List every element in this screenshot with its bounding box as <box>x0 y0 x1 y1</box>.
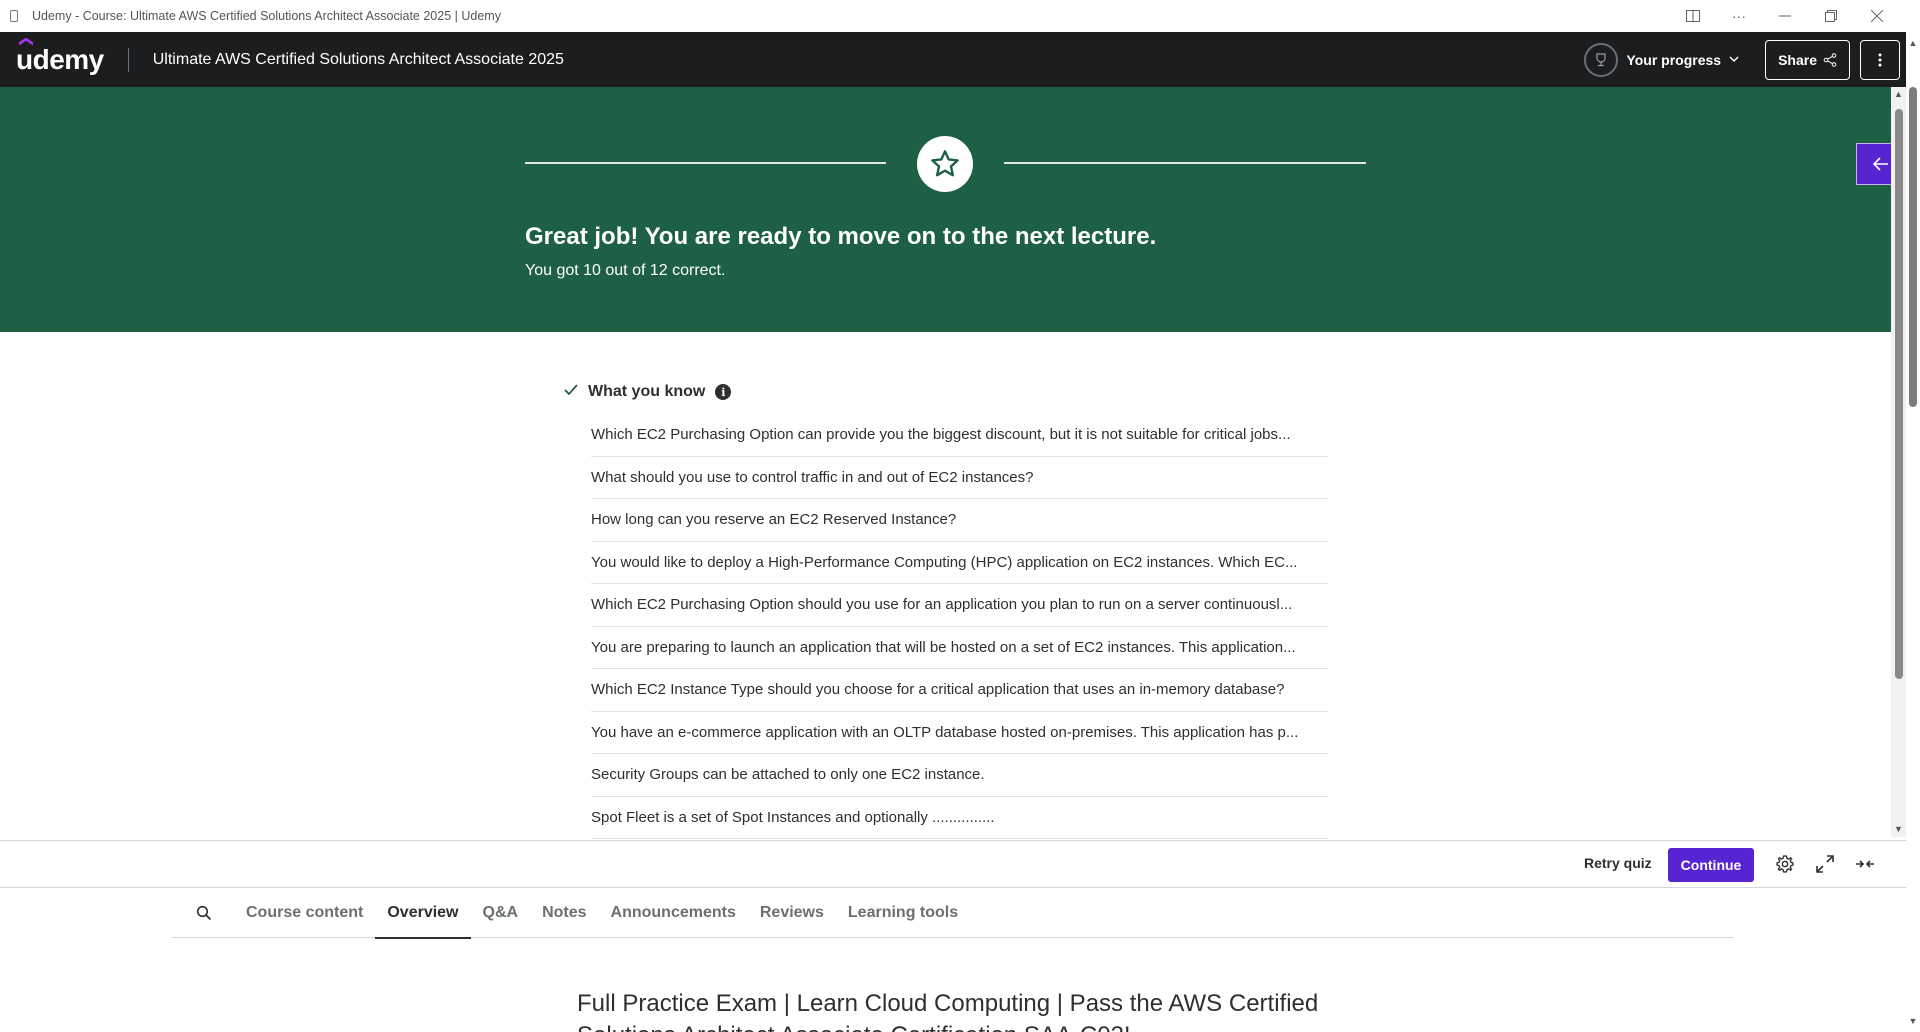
more-menu-button[interactable] <box>1860 39 1900 80</box>
kebab-icon <box>1878 53 1882 66</box>
page-scroll-down-arrow-icon[interactable]: ▼ <box>1906 1016 1920 1026</box>
question-list: Which EC2 Purchasing Option can provide … <box>591 414 1328 839</box>
question-item[interactable]: You are preparing to launch an applicati… <box>591 627 1328 669</box>
question-text: Which EC2 Instance Type should you choos… <box>591 681 1285 699</box>
udemy-logo[interactable]: udemy <box>16 37 104 76</box>
overview-heading: Full Practice Exam | Learn Cloud Computi… <box>577 990 1319 1032</box>
page-scrollbar[interactable]: ▲ ▼ <box>1906 32 1920 1032</box>
question-item[interactable]: What should you use to control traffic i… <box>591 457 1328 499</box>
info-icon[interactable]: i <box>715 384 732 400</box>
page-scrollbar-thumb[interactable] <box>1909 87 1917 407</box>
question-text: Spot Fleet is a set of Spot Instances an… <box>591 808 995 826</box>
app-icon <box>10 10 18 22</box>
question-text: What should you use to control traffic i… <box>591 468 1034 486</box>
window-controls: ··· <box>1670 0 1900 32</box>
question-text: You are preparing to launch an applicati… <box>591 638 1296 656</box>
window-title: Udemy - Course: Ultimate AWS Certified S… <box>32 9 501 23</box>
what-you-know-header: What you know i <box>564 380 1328 404</box>
question-item[interactable]: Which EC2 Purchasing Option can provide … <box>591 414 1328 457</box>
search-icon[interactable] <box>194 903 214 923</box>
retry-quiz-button[interactable]: Retry quiz <box>1584 855 1652 871</box>
course-tabs: Course content Overview Q&A Notes Announ… <box>172 888 1734 939</box>
what-you-know-label: What you know <box>588 383 706 400</box>
tab-qa[interactable]: Q&A <box>471 888 531 938</box>
banner-headline: Great job! You are ready to move on to t… <box>525 223 1157 250</box>
question-text: Security Groups can be attached to only … <box>591 766 985 784</box>
chevron-down-icon[interactable] <box>1729 54 1739 65</box>
question-text: You would like to deploy a High-Performa… <box>591 553 1298 571</box>
overview-panel: Full Practice Exam | Learn Cloud Computi… <box>0 960 1906 1032</box>
star-icon <box>931 150 959 177</box>
scroll-down-arrow-icon[interactable]: ▼ <box>1891 824 1906 834</box>
tab-announcements[interactable]: Announcements <box>599 888 748 938</box>
tab-overview[interactable]: Overview <box>375 888 471 939</box>
share-icon <box>1823 52 1837 67</box>
header-actions: Your progress Share <box>1584 32 1900 87</box>
scroll-up-arrow-icon[interactable]: ▲ <box>1891 89 1906 99</box>
header-divider <box>127 47 129 72</box>
score-text: You got 10 out of 12 correct. <box>525 262 726 279</box>
question-item[interactable]: You have an e-commerce application with … <box>591 712 1328 754</box>
content-scrollbar[interactable]: ▲ ▼ <box>1891 87 1906 837</box>
continue-button[interactable]: Continue <box>1668 848 1754 882</box>
logo-text: udemy <box>16 43 104 75</box>
question-item[interactable]: Security Groups can be attached to only … <box>591 754 1328 797</box>
star-badge <box>917 136 973 192</box>
question-item[interactable]: You would like to deploy a High-Performa… <box>591 542 1328 584</box>
arrow-left-icon <box>1873 157 1888 171</box>
share-label: Share <box>1778 51 1817 68</box>
window-title-bar: Udemy - Course: Ultimate AWS Certified S… <box>0 0 1920 32</box>
your-progress-button[interactable]: Your progress <box>1626 52 1721 68</box>
banner-right-line <box>1004 162 1366 164</box>
more-options-icon[interactable]: ··· <box>1716 0 1762 32</box>
restore-icon[interactable] <box>1808 0 1854 32</box>
question-item[interactable]: Which EC2 Purchasing Option should you u… <box>591 584 1328 627</box>
tab-reviews[interactable]: Reviews <box>748 888 836 938</box>
share-button[interactable]: Share <box>1765 39 1850 80</box>
question-text: Which EC2 Purchasing Option should you u… <box>591 596 1293 614</box>
page-scroll-up-arrow-icon[interactable]: ▲ <box>1906 38 1920 48</box>
question-item[interactable]: Spot Fleet is a set of Spot Instances an… <box>591 797 1328 839</box>
course-header: udemy Ultimate AWS Certified Solutions A… <box>0 32 1920 87</box>
question-text: Which EC2 Purchasing Option can provide … <box>591 426 1291 444</box>
scrollbar-thumb[interactable] <box>1895 109 1903 679</box>
question-item[interactable]: Which EC2 Instance Type should you choos… <box>591 669 1328 712</box>
quiz-result-banner: Great job! You are ready to move on to t… <box>0 87 1891 332</box>
question-text: How long can you reserve an EC2 Reserved… <box>591 511 957 529</box>
what-you-know-section: What you know i Which EC2 Purchasing Opt… <box>564 380 1328 839</box>
course-title[interactable]: Ultimate AWS Certified Solutions Archite… <box>153 51 564 69</box>
question-item[interactable]: How long can you reserve an EC2 Reserved… <box>591 499 1328 542</box>
fullscreen-expand-icon[interactable] <box>1812 851 1838 877</box>
banner-left-line <box>525 162 886 164</box>
question-text: You have an e-commerce application with … <box>591 723 1299 741</box>
check-icon <box>564 383 578 401</box>
trophy-icon[interactable] <box>1584 42 1619 77</box>
tab-notes[interactable]: Notes <box>530 888 598 938</box>
tab-course-content[interactable]: Course content <box>234 888 375 938</box>
settings-gear-icon[interactable] <box>1772 851 1798 877</box>
minimize-icon[interactable] <box>1762 0 1808 32</box>
close-icon[interactable] <box>1854 0 1900 32</box>
reader-mode-icon[interactable] <box>1670 0 1716 32</box>
quiz-action-bar: Retry quiz Continue <box>0 840 1906 888</box>
tab-learning-tools[interactable]: Learning tools <box>836 888 970 938</box>
theater-collapse-icon[interactable] <box>1852 851 1878 877</box>
